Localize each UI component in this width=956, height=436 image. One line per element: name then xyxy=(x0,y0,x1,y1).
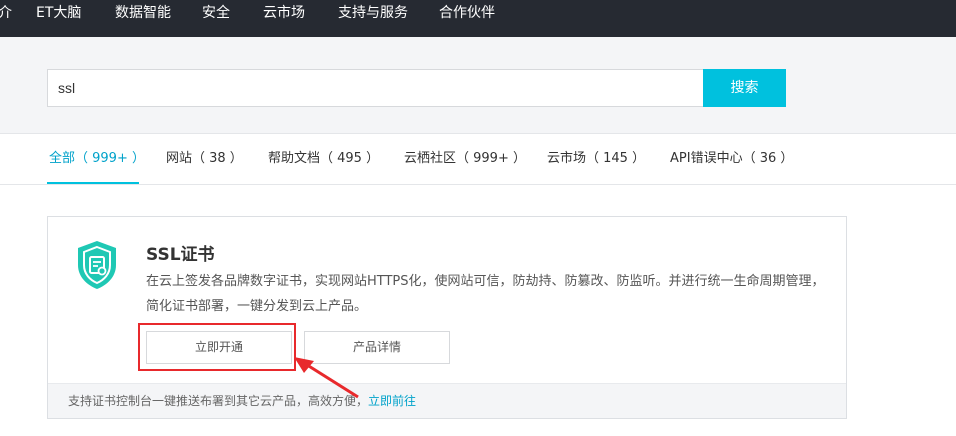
search-input[interactable] xyxy=(47,69,704,107)
go-now-link[interactable]: 立即前往 xyxy=(368,394,416,408)
product-description: 在云上签发各品牌数字证书，实现网站HTTPS化，使网站可信，防劫持、防篡改、防监… xyxy=(146,274,825,314)
search-area: 搜索 xyxy=(0,37,956,134)
tab-api-error-center[interactable]: API错误中心（ 36 ） xyxy=(670,134,793,184)
result-card: SSL证书 在云上签发各品牌数字证书，实现网站HTTPS化，使网站可信，防劫持、… xyxy=(47,216,847,419)
shield-certificate-icon xyxy=(75,239,119,291)
tab-all[interactable]: 全部（ 999+ ） xyxy=(49,134,145,184)
nav-item-data-intelligence[interactable]: 数据智能 xyxy=(115,0,171,26)
top-nav: 介 ET大脑 数据智能 安全 云市场 支持与服务 合作伙伴 xyxy=(0,0,956,37)
nav-item-support[interactable]: 支持与服务 xyxy=(338,0,408,26)
active-tab-indicator xyxy=(47,182,139,184)
nav-item-marketplace[interactable]: 云市场 xyxy=(263,0,305,26)
tab-community[interactable]: 云栖社区（ 999+ ） xyxy=(404,134,526,184)
tab-marketplace[interactable]: 云市场（ 145 ） xyxy=(547,134,645,184)
search-button[interactable]: 搜索 xyxy=(703,69,786,107)
result-tabs: 全部（ 999+ ） 网站（ 38 ） 帮助文档（ 495 ） 云栖社区（ 99… xyxy=(0,134,956,185)
annotation-highlight-box xyxy=(138,323,296,371)
tab-website[interactable]: 网站（ 38 ） xyxy=(166,134,243,184)
nav-item-et-brain[interactable]: ET大脑 xyxy=(36,0,81,26)
product-title[interactable]: SSL证书 xyxy=(146,240,215,265)
nav-item-partners[interactable]: 合作伙伴 xyxy=(439,0,495,26)
card-footer: 支持证书控制台一键推送布署到其它云产品，高效方便，立即前往 xyxy=(48,383,846,418)
annotation-arrow-icon xyxy=(294,357,359,399)
tab-help-docs[interactable]: 帮助文档（ 495 ） xyxy=(268,134,379,184)
nav-item-intro[interactable]: 介 xyxy=(0,0,12,26)
nav-item-security[interactable]: 安全 xyxy=(202,0,230,26)
